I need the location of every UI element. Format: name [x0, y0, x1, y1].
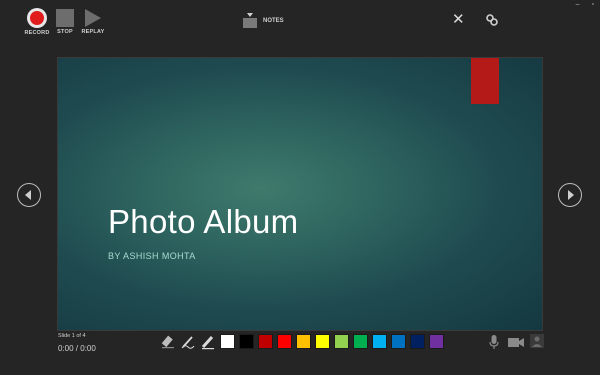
color-swatch[interactable] [353, 334, 368, 349]
pen-icon[interactable] [180, 334, 196, 350]
slide-counter: Slide 1 of 4 [58, 333, 86, 339]
color-swatch[interactable] [334, 334, 349, 349]
stop-label: STOP [57, 29, 73, 35]
color-swatch[interactable] [410, 334, 425, 349]
microphone-icon[interactable] [488, 334, 500, 350]
color-swatch[interactable] [220, 334, 235, 349]
window-controls: – ▫ [566, 1, 594, 8]
color-swatch[interactable] [296, 334, 311, 349]
eraser-icon[interactable] [160, 334, 176, 350]
replay-icon [85, 9, 101, 27]
color-swatch[interactable] [372, 334, 387, 349]
color-swatch[interactable] [315, 334, 330, 349]
slide-title: Photo Album [108, 203, 299, 240]
slide-subtitle: BY ASHISH MOHTA [108, 251, 196, 261]
stop-icon [56, 9, 74, 27]
slide-accent-bar [471, 58, 499, 104]
restore-button[interactable]: ▫ [592, 1, 594, 8]
recording-toolbar: RECORD STOP REPLAY NOTES ✕ – ▫ [0, 0, 600, 46]
stop-button[interactable]: STOP [50, 8, 80, 35]
recording-timer: 0:00 / 0:00 [58, 344, 96, 353]
highlighter-icon[interactable] [200, 334, 216, 350]
minimize-button[interactable]: – [576, 1, 580, 8]
close-icon[interactable]: ✕ [452, 12, 465, 27]
video-camera-icon[interactable] [507, 334, 525, 350]
record-icon [27, 8, 47, 28]
slide-preview: Photo Album BY ASHISH MOHTA [58, 58, 542, 330]
color-swatch[interactable] [239, 334, 254, 349]
color-swatch[interactable] [429, 334, 444, 349]
replay-label: REPLAY [81, 29, 105, 35]
chevron-left-icon [25, 190, 31, 200]
camera-preview-icon[interactable] [530, 334, 544, 348]
color-swatch[interactable] [391, 334, 406, 349]
previous-slide-button[interactable] [17, 183, 41, 207]
pin-icon[interactable] [485, 13, 499, 27]
notes-icon [243, 13, 257, 29]
notes-label: NOTES [263, 17, 284, 24]
record-label: RECORD [24, 30, 50, 36]
color-swatch[interactable] [277, 334, 292, 349]
replay-button[interactable]: REPLAY [78, 8, 108, 35]
record-button[interactable]: RECORD [22, 8, 52, 36]
next-slide-button[interactable] [558, 183, 582, 207]
color-swatch[interactable] [258, 334, 273, 349]
notes-button[interactable]: NOTES [243, 12, 284, 30]
chevron-right-icon [568, 190, 574, 200]
